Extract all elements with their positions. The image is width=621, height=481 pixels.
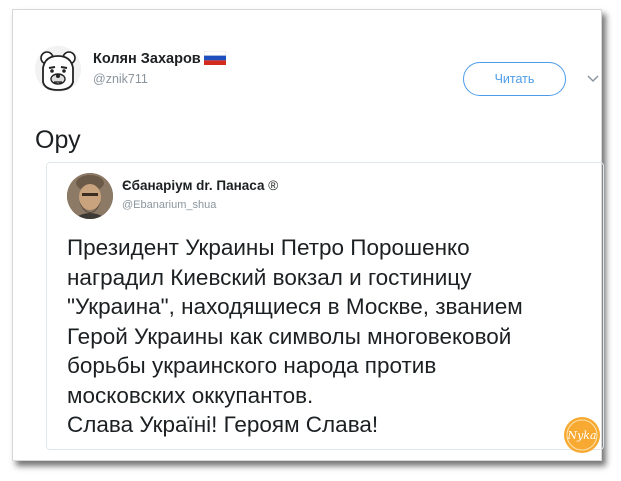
tweet-card: Колян Захаров @znik711 Читать Ору Єбанар… (12, 9, 604, 461)
author-handle[interactable]: @znik711 (93, 72, 148, 86)
quoted-tweet[interactable]: Єбанаріум dr. Панаса ® @Ebanarium_shua П… (46, 162, 604, 450)
quoted-author-name[interactable]: Єбанаріум dr. Панаса ® (122, 178, 278, 193)
quoted-text-line: московских оккупантов. (67, 382, 314, 408)
quoted-author-avatar[interactable] (67, 173, 113, 219)
quoted-text-line: Слава Україні! Героям Слава! (67, 412, 379, 437)
quoted-text-line: Президент Украины Петро Порошенко (67, 235, 470, 260)
tweet-text: Ору (35, 126, 81, 154)
author-name-text: Колян Захаров (93, 51, 201, 67)
follow-button[interactable]: Читать (463, 62, 566, 96)
author-avatar[interactable] (35, 46, 81, 92)
watermark-text: Nyka (566, 429, 596, 442)
quoted-text-line: "Украина", находящиеся в Москве, званием (67, 294, 523, 319)
russia-flag-icon (203, 50, 226, 65)
author-name[interactable]: Колян Захаров (93, 50, 226, 67)
site-logo-icon: Nyka (564, 417, 600, 453)
chevron-down-icon[interactable] (586, 72, 600, 86)
quoted-author-handle[interactable]: @Ebanarium_shua (122, 199, 216, 211)
bearded-man-avatar-icon (67, 173, 113, 219)
quoted-text-line: борьбы украинского народа против (67, 353, 437, 378)
quoted-tweet-text: Президент Украины Петро Порошенко наград… (67, 233, 587, 440)
bear-avatar-icon (35, 46, 81, 92)
quoted-author-name-text: Єбанаріум dr. Панаса (122, 178, 265, 193)
quoted-text-line: Герой Украины как символы многовековой (67, 323, 512, 349)
quoted-text-line: наградил Киевский вокзал и гостиницу (67, 264, 472, 290)
registered-mark: ® (268, 178, 279, 193)
